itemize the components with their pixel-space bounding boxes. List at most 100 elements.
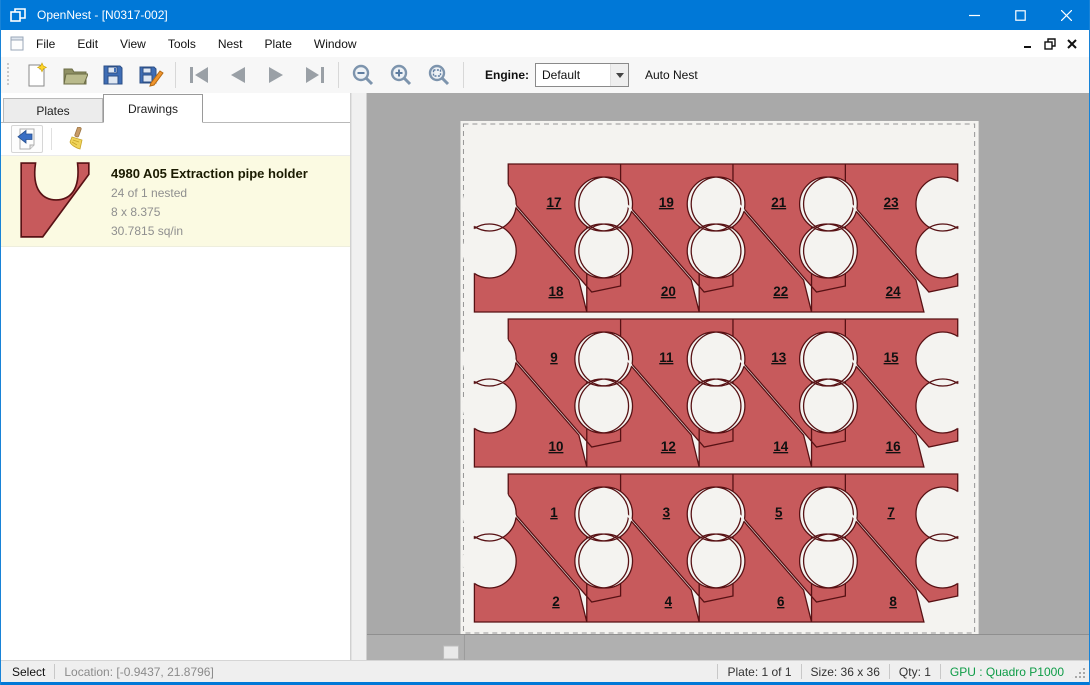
status-right-group: Plate: 1 of 1 Size: 36 x 36 Qty: 1 GPU :…	[708, 664, 1089, 679]
chevron-down-icon[interactable]	[610, 64, 628, 86]
part-number: 17	[547, 195, 562, 210]
part-number: 12	[661, 439, 676, 454]
part-number: 21	[771, 195, 786, 210]
part-number: 2	[552, 594, 559, 609]
part-number: 23	[884, 195, 899, 210]
part-number: 3	[663, 505, 670, 520]
status-bar: Select Location: [-0.9437, 21.8796] Plat…	[1, 660, 1089, 682]
clean-broom-button[interactable]	[60, 126, 90, 152]
status-separator	[717, 664, 718, 679]
part-number: 13	[771, 350, 786, 365]
engine-label: Engine:	[485, 68, 529, 82]
horizontal-scrollbar	[367, 635, 1089, 660]
go-next-button[interactable]	[257, 60, 295, 90]
drawing-title: 4980 A05 Extraction pipe holder	[111, 166, 308, 181]
status-separator	[940, 664, 941, 679]
menu-file[interactable]: File	[25, 32, 66, 56]
menu-edit[interactable]: Edit	[66, 32, 109, 56]
open-file-button[interactable]	[56, 60, 94, 90]
menu-view[interactable]: View	[109, 32, 157, 56]
part-number: 9	[550, 350, 557, 365]
auto-nest-button[interactable]: Auto Nest	[645, 68, 698, 82]
status-plate: Plate: 1 of 1	[727, 665, 791, 679]
part-number: 8	[889, 594, 897, 609]
mdi-window-controls	[1017, 35, 1083, 53]
app-icon	[10, 7, 28, 23]
go-previous-button[interactable]	[219, 60, 257, 90]
go-last-button[interactable]	[295, 60, 333, 90]
part-number: 19	[659, 195, 674, 210]
tab-drawings[interactable]: Drawings	[103, 94, 203, 123]
drawing-nested-count: 24 of 1 nested	[111, 186, 308, 200]
toolbar-grip[interactable]	[6, 63, 10, 87]
status-qty: Qty: 1	[899, 665, 931, 679]
drawings-toolbar	[1, 123, 350, 156]
part-number: 4	[665, 594, 673, 609]
zoom-in-button[interactable]	[382, 60, 420, 90]
part-number: 10	[548, 439, 563, 454]
status-separator	[54, 664, 55, 679]
part-number: 6	[777, 594, 784, 609]
main-toolbar: Engine: Default Auto Nest	[1, 57, 1089, 94]
engine-value: Default	[536, 68, 610, 82]
drawing-info: 4980 A05 Extraction pipe holder 24 of 1 …	[103, 156, 308, 246]
go-first-button[interactable]	[181, 60, 219, 90]
part-number: 22	[773, 284, 788, 299]
toolbar-separator	[175, 62, 176, 88]
part-number: 7	[887, 505, 894, 520]
zoom-fit-button[interactable]	[420, 60, 458, 90]
status-separator	[889, 664, 890, 679]
part-number: 14	[773, 439, 788, 454]
panel-splitter[interactable]	[351, 93, 367, 660]
close-button[interactable]	[1043, 0, 1089, 30]
part-number: 15	[884, 350, 899, 365]
part-number: 18	[548, 284, 563, 299]
status-separator	[801, 664, 802, 679]
import-drawing-button[interactable]	[11, 125, 43, 153]
document-icon[interactable]	[9, 36, 25, 51]
save-as-button[interactable]	[132, 60, 170, 90]
nest-scene[interactable]: 171921231820222491113151012141613572468	[367, 93, 1089, 660]
part-number: 20	[661, 284, 676, 299]
toolbar-separator	[338, 62, 339, 88]
menu-plate[interactable]: Plate	[254, 32, 303, 56]
menu-nest[interactable]: Nest	[207, 32, 254, 56]
menu-tools[interactable]: Tools	[157, 32, 207, 56]
part-number: 24	[886, 284, 901, 299]
main-area: Plates Drawings 4980 A05 Extraction pipe…	[1, 93, 1089, 660]
app-window: OpenNest - [N0317-002] File Edit View To…	[0, 0, 1090, 685]
title-bar: OpenNest - [N0317-002]	[1, 0, 1089, 30]
status-gpu: GPU : Quadro P1000	[950, 665, 1064, 679]
new-document-button[interactable]	[18, 60, 56, 90]
status-mode: Select	[12, 665, 45, 679]
drawing-list-item[interactable]: 4980 A05 Extraction pipe holder 24 of 1 …	[1, 156, 350, 247]
save-button[interactable]	[94, 60, 132, 90]
panel-toolbar-separator	[51, 128, 52, 150]
panel-tabs: Plates Drawings	[1, 93, 350, 123]
nest-canvas[interactable]: 171921231820222491113151012141613572468	[367, 93, 1089, 660]
mdi-close-icon[interactable]	[1061, 35, 1083, 53]
zoom-out-button[interactable]	[344, 60, 382, 90]
drawing-dimensions: 8 x 8.375	[111, 205, 308, 219]
status-size: Size: 36 x 36	[811, 665, 880, 679]
minimize-button[interactable]	[951, 0, 997, 30]
part-number: 5	[775, 505, 783, 520]
part-number: 1	[550, 505, 558, 520]
left-panel: Plates Drawings 4980 A05 Extraction pipe…	[1, 93, 351, 660]
engine-combobox[interactable]: Default	[535, 63, 629, 87]
scrollbar-corner	[444, 646, 459, 659]
part-thumbnail	[7, 160, 103, 242]
tab-plates[interactable]: Plates	[3, 98, 103, 122]
mdi-restore-icon[interactable]	[1039, 35, 1061, 53]
mdi-minimize-icon[interactable]	[1017, 35, 1039, 53]
part-number: 16	[886, 439, 901, 454]
maximize-button[interactable]	[997, 0, 1043, 30]
menu-bar: File Edit View Tools Nest Plate Window	[1, 30, 1089, 58]
window-title: OpenNest - [N0317-002]	[37, 8, 951, 22]
resize-grip[interactable]	[1072, 665, 1086, 679]
drawing-area: 30.7815 sq/in	[111, 224, 308, 238]
status-location: Location: [-0.9437, 21.8796]	[64, 665, 213, 679]
toolbar-separator	[463, 62, 464, 88]
part-number: 11	[659, 350, 674, 365]
menu-window[interactable]: Window	[303, 32, 368, 56]
